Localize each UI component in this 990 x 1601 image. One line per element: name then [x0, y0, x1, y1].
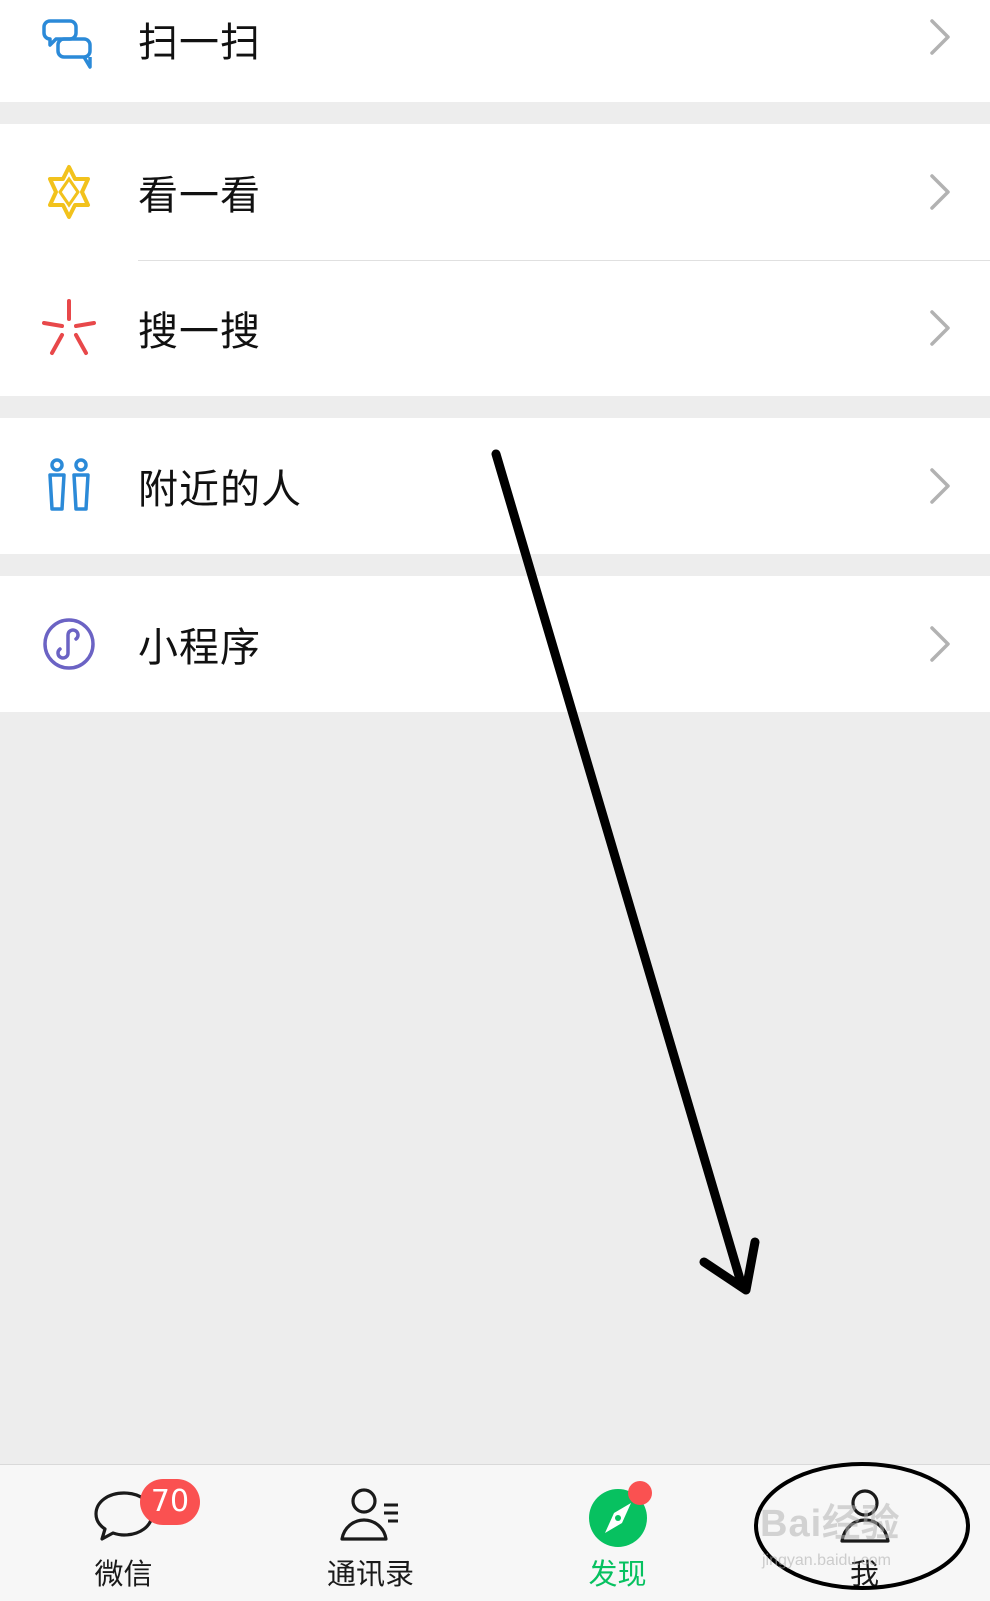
chevron-right-icon: [928, 308, 952, 348]
menu-item-label: 附近的人: [138, 467, 302, 513]
menu-item-top-stories[interactable]: 看一看: [0, 124, 990, 260]
tab-chats[interactable]: 70 微信: [0, 1465, 247, 1601]
menu-item-search[interactable]: 搜一搜: [0, 260, 990, 396]
menu-item-label: 扫一扫: [138, 20, 261, 66]
chevron-right-icon: [928, 172, 952, 212]
chevron-right-icon: [928, 466, 952, 506]
top-stories-icon: [38, 161, 100, 223]
menu-item-people-nearby[interactable]: 附近的人: [0, 418, 990, 554]
tab-label: 发现: [588, 1557, 647, 1591]
tab-label: 微信: [94, 1557, 153, 1591]
menu-item-label: 搜一搜: [138, 309, 261, 355]
mini-programs-icon: [38, 613, 100, 675]
discover-page: 扫一扫 看一看 搜一搜 附近的人 小程序 70 微信 通讯录 发现 我 Bai经…: [0, 0, 990, 1601]
menu-group-nearby: 附近的人: [0, 418, 990, 554]
menu-item-scan[interactable]: 扫一扫: [0, 0, 990, 102]
annotation-arrow-head: [699, 1237, 760, 1295]
contacts-icon: [336, 1483, 406, 1549]
menu-item-label: 看一看: [138, 173, 261, 219]
unread-badge: 70: [140, 1479, 200, 1525]
chevron-right-icon: [928, 17, 952, 57]
watermark-url: jingyan.baidu.com: [762, 1552, 891, 1569]
tab-label: 通讯录: [326, 1557, 414, 1591]
scan-icon: [38, 15, 100, 77]
menu-item-mini-programs[interactable]: 小程序: [0, 576, 990, 712]
tab-contacts[interactable]: 通讯录: [247, 1465, 494, 1601]
menu-group-scan: 扫一扫: [0, 0, 990, 102]
tab-discover[interactable]: 发现: [494, 1465, 741, 1601]
menu-group-mini-programs: 小程序: [0, 576, 990, 712]
notification-dot: [628, 1481, 652, 1505]
search-icon: [38, 297, 100, 359]
chevron-right-icon: [928, 624, 952, 664]
watermark-logo: Bai经验: [760, 1503, 901, 1545]
menu-item-label: 小程序: [138, 625, 261, 671]
menu-group-discover: 看一看 搜一搜: [0, 124, 990, 396]
people-nearby-icon: [38, 455, 100, 517]
